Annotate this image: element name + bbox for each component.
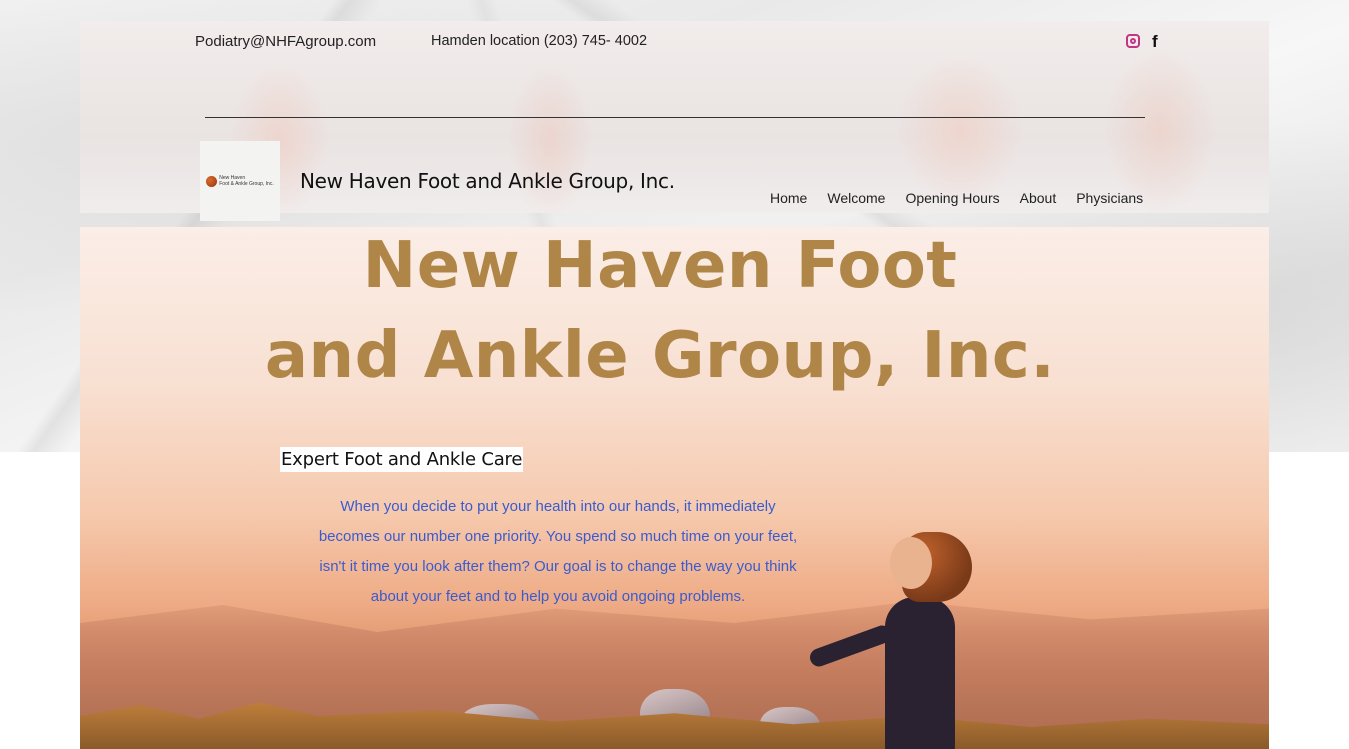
hero-title-line-1: New Haven Foot bbox=[362, 229, 958, 303]
hero-title: New Haven Foot and Ankle Group, Inc. bbox=[80, 227, 1240, 401]
email-link[interactable]: Podiatry@NHFAgroup.com bbox=[195, 33, 376, 50]
logo-mark-icon bbox=[206, 175, 218, 187]
main-nav: Home Welcome Opening Hours About Physici… bbox=[770, 190, 1143, 206]
nav-item-physicians[interactable]: Physicians bbox=[1076, 190, 1143, 206]
hero-paragraph: When you decide to put your health into … bbox=[318, 498, 798, 605]
nav-item-home[interactable]: Home bbox=[770, 190, 807, 206]
social-bar: f bbox=[1126, 33, 1158, 50]
site-title[interactable]: New Haven Foot and Ankle Group, Inc. bbox=[300, 169, 675, 193]
nav-item-welcome[interactable]: Welcome bbox=[827, 190, 885, 206]
nav-item-about[interactable]: About bbox=[1020, 190, 1057, 206]
runner-head bbox=[890, 537, 932, 589]
site-header: Podiatry@NHFAgroup.com Hamden location (… bbox=[80, 21, 1269, 221]
header-divider bbox=[205, 117, 1145, 118]
hero-title-line-2: and Ankle Group, Inc. bbox=[264, 319, 1056, 393]
hero-subtitle: Expert Foot and Ankle Care bbox=[280, 447, 524, 472]
hero-section: New Haven Foot and Ankle Group, Inc. Exp… bbox=[80, 227, 1269, 749]
runner-body bbox=[885, 597, 955, 749]
phone-number: Hamden location (203) 745- 4002 bbox=[431, 33, 648, 49]
logo-text: New Haven Foot & Ankle Group, Inc. bbox=[219, 175, 274, 187]
instagram-icon[interactable] bbox=[1126, 34, 1140, 48]
nav-item-opening-hours[interactable]: Opening Hours bbox=[905, 190, 999, 206]
logo[interactable]: New Haven Foot & Ankle Group, Inc. bbox=[200, 141, 280, 221]
facebook-icon[interactable]: f bbox=[1152, 33, 1158, 50]
